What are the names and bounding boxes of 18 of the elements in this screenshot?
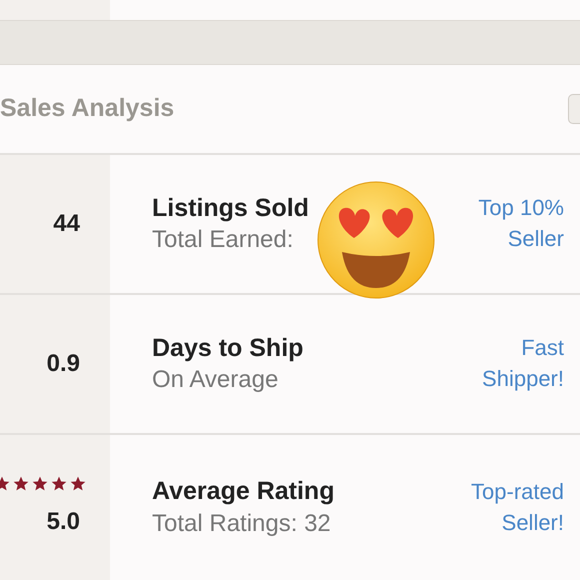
- stat-subtitle: On Average: [152, 365, 280, 396]
- section-title: Sales Analysis: [0, 93, 174, 124]
- achievement-label: Fast Shipper!: [481, 334, 564, 393]
- stat-title: Listings Sold: [152, 192, 310, 224]
- star-icon: [13, 476, 29, 492]
- star-icon: [51, 476, 67, 492]
- star-icon: [70, 476, 86, 492]
- stat-value: 5.0: [46, 506, 80, 536]
- heart-eyes-emoji-icon: [316, 180, 436, 300]
- stat-value: 44: [53, 209, 80, 239]
- achievement-label: Top-rated Seller!: [470, 478, 564, 536]
- stat-title: Days to Ship: [152, 332, 304, 364]
- stat-title: Average Rating: [152, 476, 336, 508]
- stat-subtitle: Total Earned:: [152, 225, 294, 256]
- achievement-label: Top 10% Seller: [477, 194, 564, 253]
- stat-subtitle: Total Ratings: 32: [152, 508, 332, 539]
- star-icon: [32, 476, 48, 492]
- stat-value: 0.9: [46, 349, 80, 379]
